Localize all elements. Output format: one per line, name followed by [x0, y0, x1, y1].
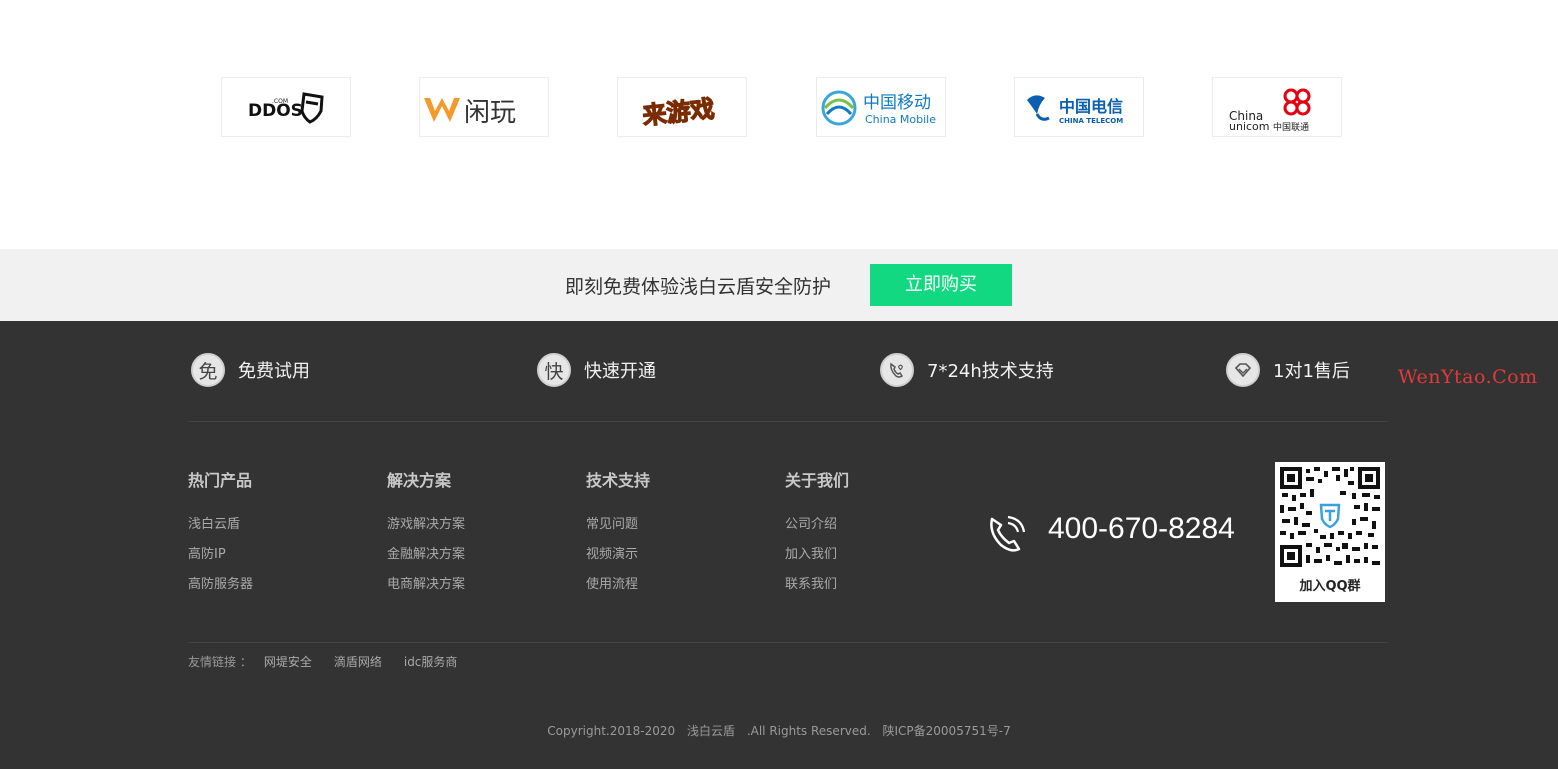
qr-code-image — [1280, 467, 1380, 567]
china-telecom-cn-text: 中国电信 — [1059, 97, 1123, 116]
cta-text: 即刻免费体验浅白云盾安全防护 — [565, 276, 832, 298]
qr-label: 加入QQ群 — [1299, 579, 1361, 594]
partner-logo-laiyouxi[interactable]: 来游戏 — [617, 77, 747, 137]
phone-heart-icon — [880, 353, 914, 387]
unicom-en2-text: unicom — [1229, 120, 1270, 133]
footer-col-products: 热门产品 浅白云盾 高防IP 高防服务器 — [188, 471, 253, 600]
copyright-brand: 浅白云盾 — [686, 724, 735, 738]
partner-logo-ddos[interactable]: .COM DDOS — [221, 77, 351, 137]
footer-link[interactable]: 联系我们 — [785, 570, 849, 600]
free-badge-icon: 免 — [191, 353, 225, 387]
feature-label: 1对1售后 — [1273, 361, 1350, 382]
icp-number[interactable]: 陕ICP备20005751号-7 — [883, 724, 1011, 738]
friend-links-label: 友情链接 ： — [188, 655, 252, 669]
partner-logo-china-telecom[interactable]: 中国电信 CHINA TELECOM — [1014, 77, 1144, 137]
feature-after-sales: 1对1售后 — [1226, 353, 1350, 387]
unicom-cn-text: 中国联通 — [1273, 121, 1309, 133]
footer-link[interactable]: 视频演示 — [586, 540, 650, 570]
phone-icon — [986, 513, 1028, 559]
partner-logo-xianwan[interactable]: 闲玩 — [419, 77, 549, 137]
footer-col-title: 解决方案 — [387, 471, 452, 490]
qq-group-qr-code[interactable]: 加入QQ群 — [1275, 462, 1385, 602]
footer-link[interactable]: 电商解决方案 — [387, 570, 465, 600]
partner-logos-section: .COM DDOS 闲玩 来游戏 中国移动 China Mobile 中国电信 … — [0, 0, 1558, 249]
diamond-icon — [1226, 353, 1260, 387]
footer-link[interactable]: 金融解决方案 — [387, 540, 465, 570]
footer-link[interactable]: 加入我们 — [785, 540, 849, 570]
footer-link[interactable]: 高防IP — [188, 540, 253, 570]
footer-col-about: 关于我们 公司介绍 加入我们 联系我们 — [785, 471, 849, 600]
copyright-text: Copyright.2018-2020 — [547, 724, 676, 738]
footer-link[interactable]: 浅白云盾 — [188, 510, 253, 540]
footer-col-title: 关于我们 — [785, 471, 850, 490]
friend-links: 友情链接 ： 网堤安全 滴盾网络 idc服务商 — [188, 653, 479, 670]
footer-col-title: 热门产品 — [188, 471, 253, 490]
footer-col-title: 技术支持 — [586, 471, 651, 490]
footer-link[interactable]: 常见问题 — [586, 510, 650, 540]
china-mobile-en-text: China Mobile — [865, 113, 936, 126]
buy-now-button[interactable]: 立即购买 — [870, 264, 1012, 306]
feature-support: 7*24h技术支持 — [880, 353, 1054, 387]
copyright-line: Copyright.2018-2020 浅白云盾 .All Rights Res… — [0, 722, 1558, 739]
friend-link[interactable]: 滴盾网络 — [334, 653, 382, 670]
watermark-text: WenYtao.Com — [1398, 366, 1538, 388]
footer-col-support: 技术支持 常见问题 视频演示 使用流程 — [586, 471, 650, 600]
footer-col-solutions: 解决方案 游戏解决方案 金融解决方案 电商解决方案 — [387, 471, 465, 600]
partner-logo-china-mobile[interactable]: 中国移动 China Mobile — [816, 77, 946, 137]
feature-label: 快速开通 — [584, 361, 656, 382]
feature-fast-activation: 快 快速开通 — [537, 353, 656, 387]
footer-link[interactable]: 高防服务器 — [188, 570, 253, 600]
china-telecom-en-text: CHINA TELECOM — [1059, 117, 1123, 125]
xianwan-logo-text: 闲玩 — [464, 98, 516, 128]
ddos-logo-text: DDOS — [248, 101, 303, 121]
feature-free-trial: 免 免费试用 — [191, 353, 310, 387]
fast-badge-icon: 快 — [537, 353, 571, 387]
copyright-rights: .All Rights Reserved. — [746, 724, 871, 738]
footer-link[interactable]: 使用流程 — [586, 570, 650, 600]
friend-link[interactable]: 网堤安全 — [264, 653, 312, 670]
china-mobile-cn-text: 中国移动 — [863, 93, 931, 113]
feature-label: 免费试用 — [238, 361, 310, 382]
phone-number[interactable]: 400-670-8284 — [1048, 512, 1235, 546]
friend-link[interactable]: idc服务商 — [404, 653, 458, 670]
footer-divider-top — [188, 421, 1388, 422]
footer-divider-bottom — [188, 642, 1388, 643]
partner-logo-china-unicom[interactable]: China unicom 中国联通 — [1212, 77, 1342, 137]
footer-link[interactable]: 公司介绍 — [785, 510, 849, 540]
footer-link[interactable]: 游戏解决方案 — [387, 510, 465, 540]
feature-label: 7*24h技术支持 — [927, 361, 1054, 382]
